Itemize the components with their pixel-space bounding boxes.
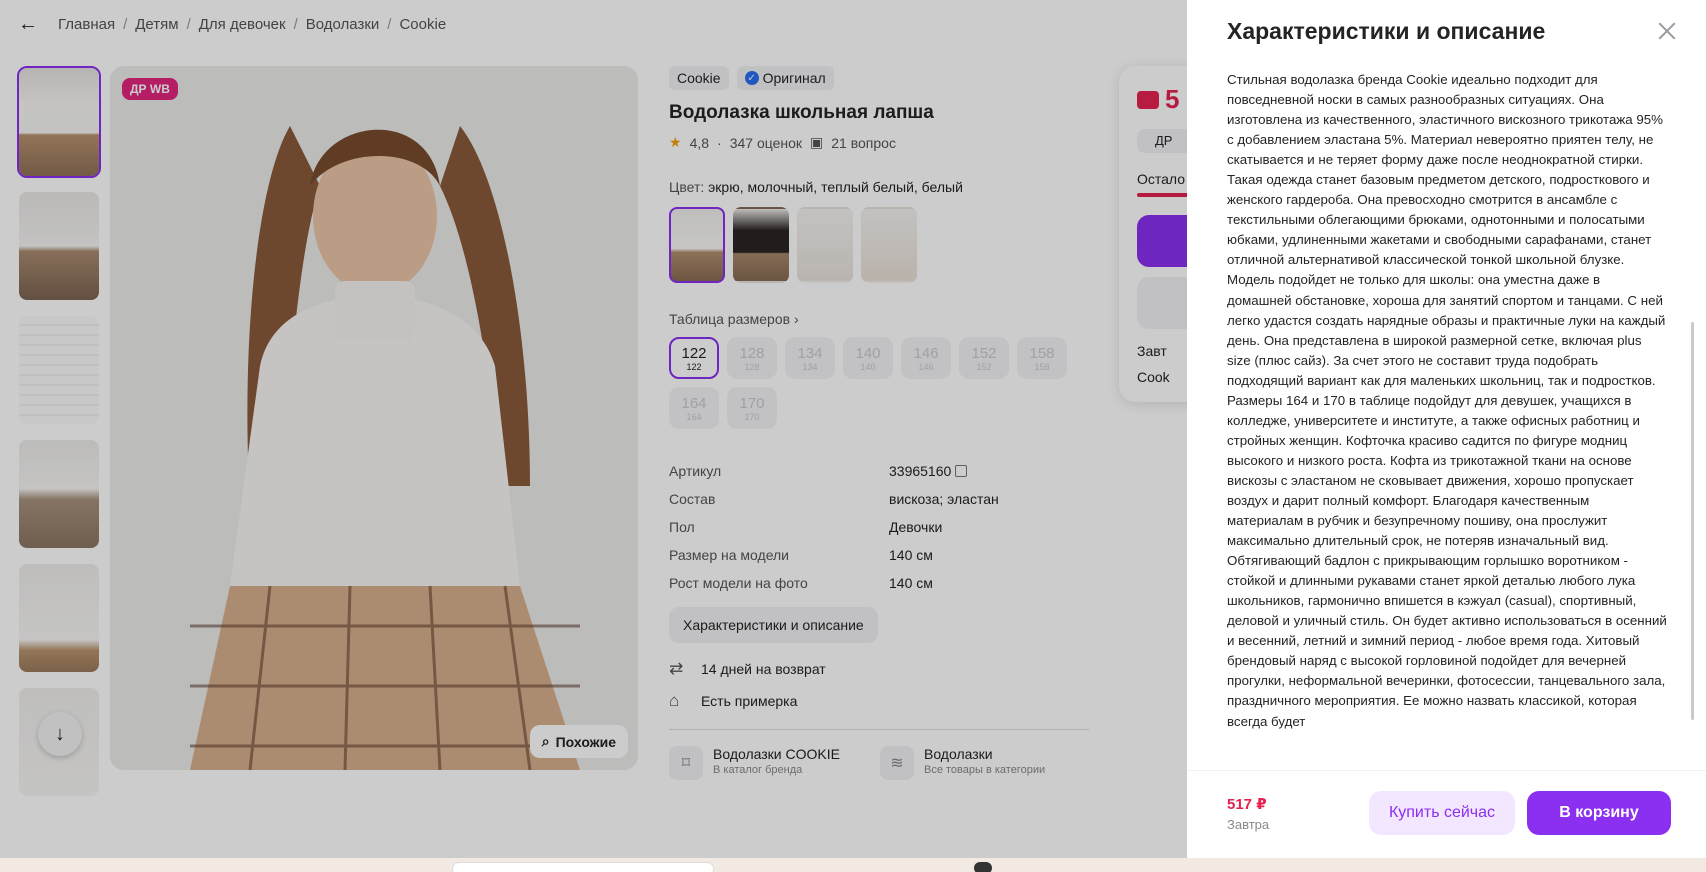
footer-delivery: Завтра bbox=[1227, 817, 1270, 832]
taskbar-search[interactable] bbox=[452, 862, 714, 872]
drawer-title: Характеристики и описание bbox=[1227, 18, 1546, 44]
close-icon[interactable] bbox=[1656, 20, 1678, 42]
taskbar bbox=[0, 858, 1706, 872]
modal-backdrop[interactable] bbox=[0, 0, 1187, 858]
drawer-description: Стильная водолазка бренда Cookie идеальн… bbox=[1227, 72, 1667, 729]
add-to-cart-button[interactable]: В корзину bbox=[1527, 791, 1671, 835]
description-drawer: Характеристики и описание Стильная водол… bbox=[1187, 0, 1706, 858]
buy-now-button[interactable]: Купить сейчас bbox=[1369, 791, 1515, 835]
drawer-scrollbar[interactable] bbox=[1691, 322, 1694, 720]
taskbar-app-icon[interactable] bbox=[974, 862, 992, 872]
footer-price: 517 ₽ bbox=[1227, 796, 1267, 813]
drawer-footer: 517 ₽ Завтра Купить сейчас В корзину bbox=[1187, 770, 1706, 858]
drawer-fade bbox=[1187, 740, 1706, 768]
